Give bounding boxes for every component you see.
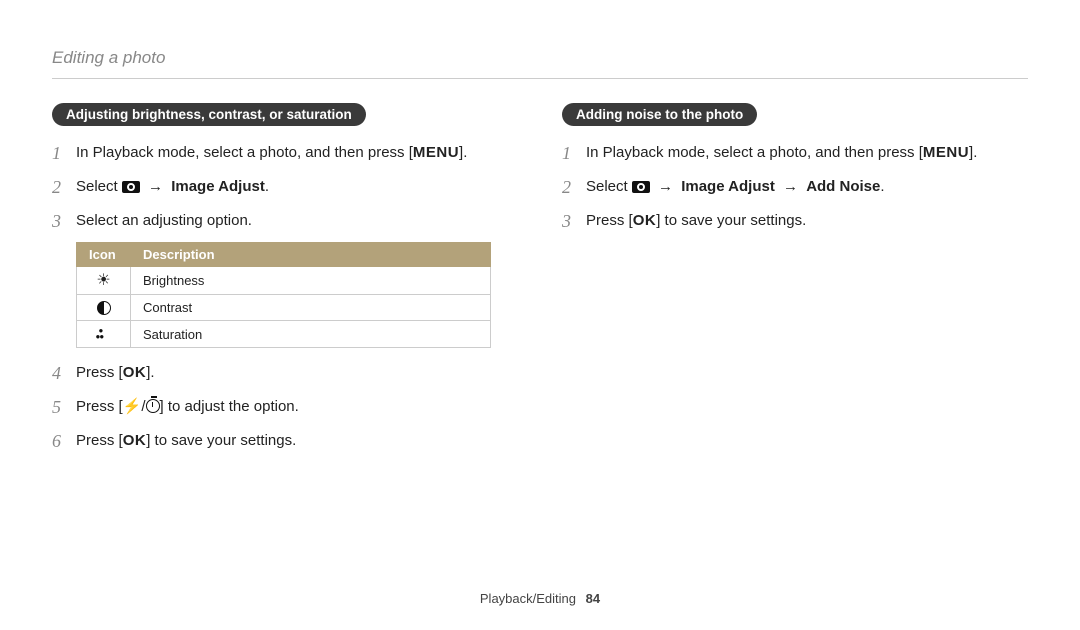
text: Press [ <box>76 398 123 415</box>
text: Press [ <box>76 364 123 381</box>
ok-button-label: OK <box>633 212 657 229</box>
arrow-icon: → <box>658 178 673 195</box>
step-3: 3 Press [OK] to save your settings. <box>562 208 1028 234</box>
flash-icon: ⚡ <box>123 398 142 415</box>
text: ] to save your settings. <box>656 212 806 229</box>
footer-section: Playback/Editing <box>480 591 576 606</box>
step-body: Select → Image Adjust → Add Noise. <box>586 174 885 198</box>
step-body: In Playback mode, select a photo, and th… <box>76 140 467 164</box>
page-title: Editing a photo <box>52 48 1028 68</box>
table-row: Saturation <box>77 321 491 348</box>
text: Press [ <box>586 212 633 229</box>
text: ]. <box>459 144 467 161</box>
page: Editing a photo Adjusting brightness, co… <box>0 0 1080 630</box>
camera-icon <box>632 179 650 193</box>
step-5: 5 Press [⚡/ ] to adjust the option. <box>52 394 518 420</box>
menu-path: Image Adjust <box>171 178 265 195</box>
step-body: In Playback mode, select a photo, and th… <box>586 140 977 164</box>
text: ] to save your settings. <box>146 432 296 449</box>
table-row: ☀ Brightness <box>77 267 491 295</box>
text: ] to adjust the option. <box>160 398 299 415</box>
step-number: 2 <box>52 174 66 200</box>
ok-button-label: OK <box>123 432 147 449</box>
text: In Playback mode, select a photo, and th… <box>586 144 923 161</box>
step-number: 3 <box>562 208 576 234</box>
step-4: 4 Press [OK]. <box>52 360 518 386</box>
ok-button-label: OK <box>123 364 147 381</box>
step-body: Press [OK] to save your settings. <box>586 208 806 232</box>
columns: Adjusting brightness, contrast, or satur… <box>52 103 1028 462</box>
icon-cell <box>77 294 131 321</box>
text: In Playback mode, select a photo, and th… <box>76 144 413 161</box>
section-pill-noise: Adding noise to the photo <box>562 103 757 126</box>
icon-cell: ☀ <box>77 267 131 295</box>
menu-button-label: MENU <box>923 144 969 161</box>
step-body: Select an adjusting option. <box>76 208 252 232</box>
step-body: Select → Image Adjust. <box>76 174 269 198</box>
icon-cell <box>77 321 131 348</box>
footer: Playback/Editing 84 <box>0 591 1080 606</box>
step-body: Press [OK] to save your settings. <box>76 428 296 452</box>
camera-icon <box>122 179 140 193</box>
menu-button-label: MENU <box>413 144 459 161</box>
step-1: 1 In Playback mode, select a photo, and … <box>562 140 1028 166</box>
step-3: 3 Select an adjusting option. <box>52 208 518 234</box>
desc-cell: Contrast <box>131 294 491 321</box>
arrow-icon: → <box>783 178 798 195</box>
step-body: Press [OK]. <box>76 360 155 384</box>
table-header-row: Icon Description <box>77 243 491 267</box>
step-6: 6 Press [OK] to save your settings. <box>52 428 518 454</box>
menu-path: Image Adjust <box>681 178 775 195</box>
step-body: Press [⚡/ ] to adjust the option. <box>76 394 299 418</box>
text: Press [ <box>76 432 123 449</box>
saturation-icon <box>96 328 112 342</box>
step-number: 1 <box>52 140 66 166</box>
step-2: 2 Select → Image Adjust → Add Noise. <box>562 174 1028 200</box>
step-number: 2 <box>562 174 576 200</box>
step-number: 5 <box>52 394 66 420</box>
step-number: 3 <box>52 208 66 234</box>
text: Select <box>76 178 122 195</box>
col-desc-header: Description <box>131 243 491 267</box>
contrast-icon <box>97 301 111 315</box>
icon-table: Icon Description ☀ Brightness Contrast S… <box>76 242 491 348</box>
right-column: Adding noise to the photo 1 In Playback … <box>562 103 1028 462</box>
text: . <box>880 178 884 195</box>
menu-path: Add Noise <box>806 178 880 195</box>
text: ]. <box>146 364 154 381</box>
text: Select <box>586 178 632 195</box>
step-number: 1 <box>562 140 576 166</box>
left-column: Adjusting brightness, contrast, or satur… <box>52 103 518 462</box>
step-number: 6 <box>52 428 66 454</box>
arrow-icon: → <box>148 178 163 195</box>
desc-cell: Brightness <box>131 267 491 295</box>
desc-cell: Saturation <box>131 321 491 348</box>
section-pill-adjust: Adjusting brightness, contrast, or satur… <box>52 103 366 126</box>
text: ]. <box>969 144 977 161</box>
col-icon-header: Icon <box>77 243 131 267</box>
timer-icon <box>146 399 160 413</box>
divider <box>52 78 1028 79</box>
step-2: 2 Select → Image Adjust. <box>52 174 518 200</box>
step-1: 1 In Playback mode, select a photo, and … <box>52 140 518 166</box>
text: / <box>141 398 145 415</box>
text: . <box>265 178 269 195</box>
table-row: Contrast <box>77 294 491 321</box>
brightness-icon: ☀ <box>96 273 110 289</box>
step-number: 4 <box>52 360 66 386</box>
footer-page-number: 84 <box>586 591 600 606</box>
